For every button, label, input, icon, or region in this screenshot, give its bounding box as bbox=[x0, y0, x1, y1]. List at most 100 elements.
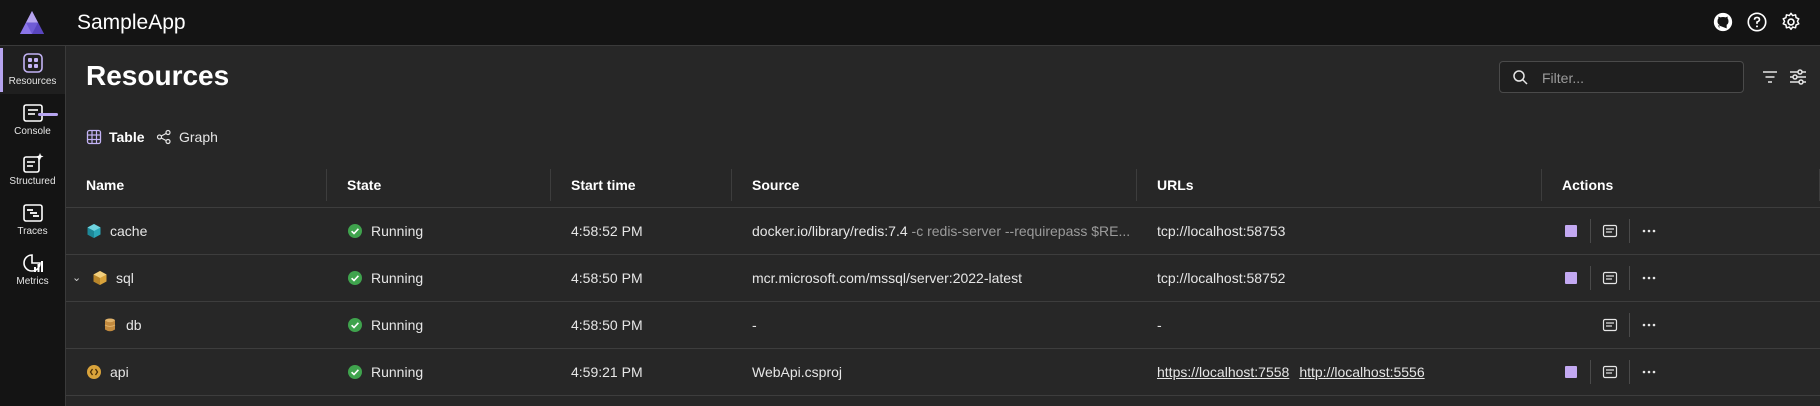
tab-table[interactable]: Table bbox=[86, 120, 145, 154]
column-label: Actions bbox=[1562, 176, 1614, 193]
page-title: Resources bbox=[86, 60, 230, 91]
start-time: 4:58:52 PM bbox=[571, 222, 643, 239]
settings-icon[interactable] bbox=[1780, 11, 1802, 33]
github-icon[interactable] bbox=[1712, 11, 1734, 33]
filter-options-button[interactable] bbox=[1760, 67, 1780, 87]
graph-icon bbox=[156, 129, 171, 145]
nav-label: Console bbox=[14, 126, 51, 137]
table-icon bbox=[86, 129, 102, 145]
action-divider bbox=[1629, 312, 1630, 337]
column-header-urls[interactable]: URLs bbox=[1137, 163, 1542, 208]
resources-table: Name State Start time Source URLs Action… bbox=[66, 163, 1820, 396]
column-label: State bbox=[347, 176, 382, 193]
filter-input[interactable] bbox=[1540, 66, 1734, 90]
more-actions-button[interactable] bbox=[1640, 222, 1658, 240]
start-time: 4:58:50 PM bbox=[571, 269, 643, 286]
top-bar: SampleApp bbox=[0, 0, 1820, 46]
side-nav: Resources Console Structured Traces Metr… bbox=[0, 46, 66, 406]
tab-graph[interactable]: Graph bbox=[156, 120, 218, 154]
url-text: tcp://localhost:58752 bbox=[1157, 269, 1286, 286]
sliders-icon bbox=[1790, 69, 1806, 85]
resource-name[interactable]: api bbox=[110, 364, 129, 380]
source-text: WebApi.csproj bbox=[752, 363, 843, 380]
resource-name[interactable]: db bbox=[126, 317, 142, 333]
action-divider bbox=[1590, 265, 1591, 290]
chevron-down-icon[interactable]: ⌄ bbox=[72, 271, 84, 284]
more-actions-button[interactable] bbox=[1640, 316, 1658, 334]
table-row[interactable]: api Running 4:59:21 PM WebApi.csproj htt… bbox=[66, 348, 1820, 396]
container-icon bbox=[87, 223, 101, 238]
more-icon bbox=[1642, 323, 1656, 326]
column-label: Start time bbox=[571, 176, 636, 193]
state-text: Running bbox=[371, 269, 424, 286]
source-args: -c redis-server --requirepass $RE... bbox=[911, 222, 1131, 239]
action-divider bbox=[1590, 359, 1591, 384]
tab-label: Graph bbox=[179, 129, 218, 145]
app-title: SampleApp bbox=[77, 11, 186, 34]
table-row[interactable]: db Running 4:58:50 PM - - bbox=[66, 301, 1820, 349]
more-icon bbox=[1642, 229, 1656, 232]
action-spacer bbox=[1562, 316, 1580, 334]
more-icon bbox=[1642, 370, 1656, 373]
table-row[interactable]: ⌄ sql Running 4:58:50 PM mcr.microsoft.c… bbox=[66, 254, 1820, 302]
column-header-state[interactable]: State bbox=[327, 163, 551, 208]
column-header-name[interactable]: Name bbox=[66, 163, 327, 208]
more-icon bbox=[1642, 276, 1656, 279]
source-text: docker.io/library/redis:7.4 bbox=[752, 222, 908, 239]
table-header-row: Name State Start time Source URLs Action… bbox=[66, 163, 1820, 208]
app-logo-icon[interactable] bbox=[18, 9, 46, 37]
stop-icon bbox=[1565, 224, 1577, 237]
view-console-button[interactable] bbox=[1601, 316, 1619, 334]
stop-button[interactable] bbox=[1562, 269, 1580, 287]
nav-item-metrics[interactable]: Metrics bbox=[0, 246, 65, 294]
more-actions-button[interactable] bbox=[1640, 363, 1658, 381]
action-divider bbox=[1590, 218, 1591, 243]
view-console-button[interactable] bbox=[1601, 363, 1619, 381]
resource-name[interactable]: sql bbox=[116, 270, 134, 286]
url-link[interactable]: https://localhost:7558 bbox=[1157, 364, 1289, 380]
container-icon bbox=[93, 270, 107, 285]
nav-item-structured[interactable]: Structured bbox=[0, 146, 65, 194]
source-text: - bbox=[752, 316, 757, 333]
nav-label: Traces bbox=[17, 226, 48, 237]
action-spacer-divider bbox=[1590, 313, 1591, 337]
more-actions-button[interactable] bbox=[1640, 269, 1658, 287]
column-header-source[interactable]: Source bbox=[732, 163, 1137, 208]
structured-icon bbox=[22, 153, 43, 173]
console-icon bbox=[1602, 271, 1618, 284]
resource-name[interactable]: cache bbox=[110, 223, 147, 239]
action-divider bbox=[1629, 265, 1630, 290]
start-time: 4:59:21 PM bbox=[571, 363, 643, 380]
tab-selected-indicator bbox=[38, 113, 58, 116]
state-text: Running bbox=[371, 363, 424, 380]
console-icon bbox=[1602, 365, 1618, 378]
check-circle-icon bbox=[348, 223, 362, 238]
filter-box[interactable] bbox=[1499, 61, 1744, 93]
tab-label: Table bbox=[109, 129, 145, 145]
stop-button[interactable] bbox=[1562, 222, 1580, 240]
table-row[interactable]: cache Running 4:58:52 PM docker.io/libra… bbox=[66, 207, 1820, 255]
nav-label: Metrics bbox=[16, 276, 49, 287]
nav-item-console[interactable]: Console bbox=[0, 96, 65, 144]
nav-label: Structured bbox=[9, 176, 56, 187]
traces-icon bbox=[22, 204, 43, 222]
stop-button[interactable] bbox=[1562, 363, 1580, 381]
url-link[interactable]: http://localhost:5556 bbox=[1299, 364, 1424, 380]
view-console-button[interactable] bbox=[1601, 269, 1619, 287]
action-divider bbox=[1629, 218, 1630, 243]
settings-sliders-button[interactable] bbox=[1788, 67, 1808, 87]
nav-item-resources[interactable]: Resources bbox=[0, 46, 65, 94]
source-text: mcr.microsoft.com/mssql/server:2022-late… bbox=[752, 269, 1022, 286]
url-text: - bbox=[1157, 316, 1162, 333]
column-header-start-time[interactable]: Start time bbox=[551, 163, 732, 208]
view-console-button[interactable] bbox=[1601, 222, 1619, 240]
column-label: Name bbox=[86, 176, 125, 193]
stop-icon bbox=[1565, 365, 1577, 378]
state-text: Running bbox=[371, 316, 424, 333]
nav-item-traces[interactable]: Traces bbox=[0, 196, 65, 244]
help-icon[interactable] bbox=[1746, 11, 1768, 33]
filter-lines-icon bbox=[1763, 71, 1777, 83]
column-header-actions[interactable]: Actions bbox=[1542, 163, 1820, 208]
action-divider bbox=[1629, 359, 1630, 384]
start-time: 4:58:50 PM bbox=[571, 316, 643, 333]
